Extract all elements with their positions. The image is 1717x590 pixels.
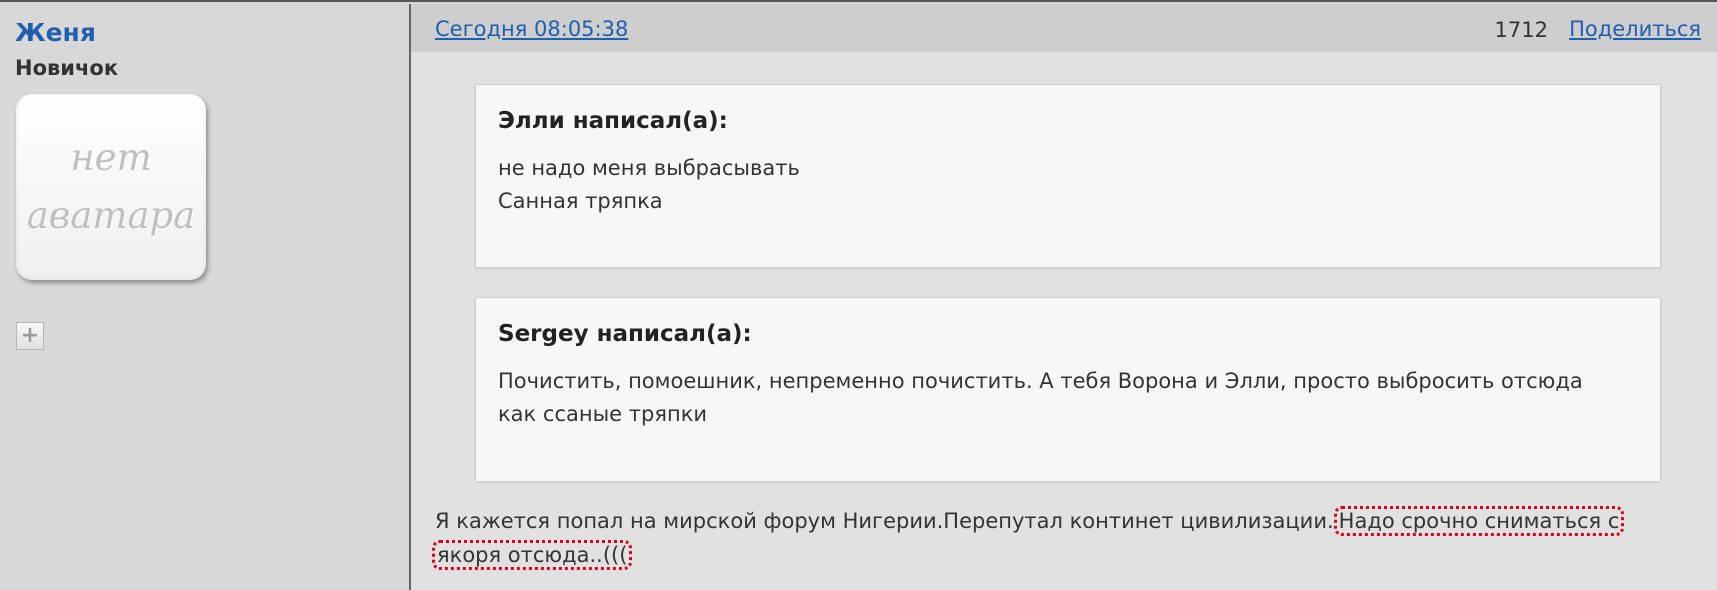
plus-icon[interactable]: + xyxy=(16,322,44,350)
quote-line: не надо меня выбрасывать xyxy=(498,156,800,180)
avatar-text-line2: аватара xyxy=(26,194,196,237)
share-link[interactable]: Поделиться xyxy=(1569,17,1701,41)
quote-line: Санная тряпка xyxy=(498,189,663,213)
quote-block: Sergey написал(а): Почистить, помоешник,… xyxy=(475,297,1661,482)
post-message: Я кажется попал на мирской форум Нигерии… xyxy=(432,504,1685,572)
quote-author: Элли написал(а): xyxy=(498,108,728,134)
user-rank: Новичок xyxy=(15,56,119,80)
post-header: Сегодня 08:05:38 1712 Поделиться xyxy=(411,4,1717,52)
avatar-text-line1: нет xyxy=(70,136,152,179)
message-text: Я кажется попал на мирской форум Нигерии… xyxy=(435,509,1334,533)
forum-post: Женя Новичок нет аватара + Сегодня 08:05… xyxy=(0,0,1717,590)
user-sidebar: Женя Новичок нет аватара + xyxy=(0,4,411,590)
avatar-placeholder: нет аватара xyxy=(16,94,206,280)
highlighted-text: якоря отсюда..((( xyxy=(432,540,633,570)
post-number: 1712 xyxy=(1494,18,1548,42)
post-date-link[interactable]: Сегодня 08:05:38 xyxy=(435,17,628,41)
post-content: Сегодня 08:05:38 1712 Поделиться Элли на… xyxy=(411,4,1717,590)
quote-text: не надо меня выбрасывать Санная тряпка xyxy=(498,152,1638,218)
highlighted-text: Надо срочно сниматься с xyxy=(1333,506,1625,536)
quote-line: Почистить, помоешник, непременно почисти… xyxy=(498,369,1583,393)
quote-block: Элли написал(а): не надо меня выбрасыват… xyxy=(475,84,1661,268)
quote-line: как ссаные тряпки xyxy=(498,402,708,426)
quote-text: Почистить, помоешник, непременно почисти… xyxy=(498,365,1638,431)
username-link[interactable]: Женя xyxy=(15,18,96,47)
quote-author: Sergey написал(а): xyxy=(498,321,752,347)
